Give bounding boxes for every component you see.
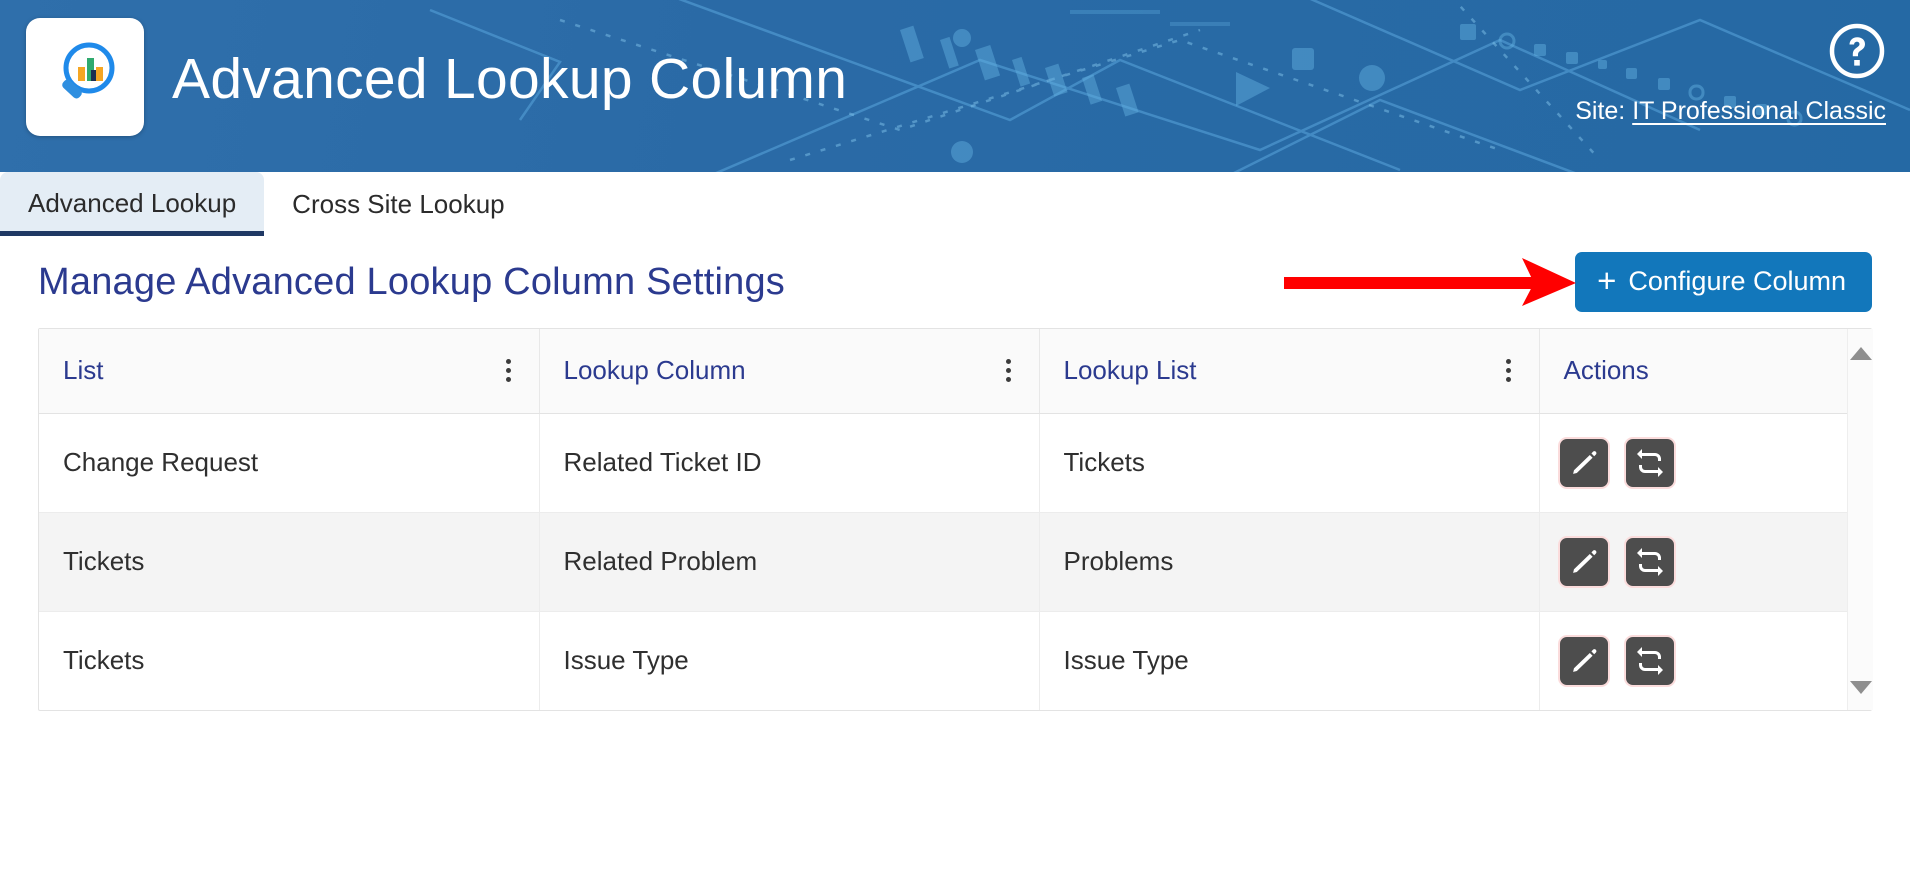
sync-icon[interactable] xyxy=(1623,634,1676,687)
table-row: Tickets Issue Type Issue Type xyxy=(39,611,1847,710)
sync-icon[interactable] xyxy=(1623,436,1676,489)
header-brand: Advanced Lookup Column xyxy=(26,18,847,136)
column-header-label: List xyxy=(63,355,104,386)
table-row: Change Request Related Ticket ID Tickets xyxy=(39,413,1847,513)
cell-list: Tickets xyxy=(39,611,540,710)
row-actions xyxy=(1557,436,1824,489)
cell-actions xyxy=(1539,512,1847,612)
table-header-row: List Lookup Column Lookup List Actions xyxy=(39,329,1847,414)
kebab-menu-icon[interactable] xyxy=(1502,353,1515,388)
main-content: Manage Advanced Lookup Column Settings +… xyxy=(0,236,1910,872)
lookup-column-table: List Lookup Column Lookup List Actions C… xyxy=(39,329,1847,710)
column-header-actions: Actions xyxy=(1539,329,1847,414)
column-header-lookup-list[interactable]: Lookup List xyxy=(1039,329,1540,414)
help-circle-icon[interactable] xyxy=(1828,22,1886,85)
edit-icon[interactable] xyxy=(1557,436,1610,489)
cell-lookup-list: Problems xyxy=(1039,512,1540,612)
kebab-menu-icon[interactable] xyxy=(1002,353,1015,388)
settings-heading: Manage Advanced Lookup Column Settings xyxy=(38,260,785,303)
cell-lookup-list: Tickets xyxy=(1039,413,1540,513)
cell-lookup-column: Issue Type xyxy=(539,611,1040,710)
scroll-up-arrow[interactable] xyxy=(1849,347,1872,360)
edit-icon[interactable] xyxy=(1557,634,1610,687)
tab-cross-site-lookup[interactable]: Cross Site Lookup xyxy=(264,172,532,236)
column-header-label: Lookup List xyxy=(1063,355,1197,386)
cell-lookup-column: Related Problem xyxy=(539,512,1040,612)
cell-list: Change Request xyxy=(39,413,540,513)
tab-bar: Advanced Lookup Cross Site Lookup xyxy=(0,172,1910,236)
table-vertical-scrollbar[interactable] xyxy=(1847,329,1873,710)
sync-icon[interactable] xyxy=(1623,535,1676,588)
site-indicator: Site: IT Professional Classic xyxy=(1575,97,1886,126)
cell-actions xyxy=(1539,611,1847,710)
cell-list: Tickets xyxy=(39,512,540,612)
site-link[interactable]: IT Professional Classic xyxy=(1632,97,1886,125)
cell-actions xyxy=(1539,413,1847,513)
column-header-lookup-column[interactable]: Lookup Column xyxy=(539,329,1040,414)
column-header-label: Actions xyxy=(1563,355,1649,386)
scroll-down-arrow[interactable] xyxy=(1849,681,1872,694)
kebab-menu-icon[interactable] xyxy=(502,353,515,388)
settings-table: List Lookup Column Lookup List Actions C… xyxy=(38,328,1873,711)
tab-advanced-lookup[interactable]: Advanced Lookup xyxy=(0,172,265,236)
configure-column-label: Configure Column xyxy=(1628,265,1846,296)
edit-icon[interactable] xyxy=(1557,535,1610,588)
row-actions xyxy=(1557,634,1824,687)
annotation-arrow-icon xyxy=(1284,258,1576,306)
configure-column-button[interactable]: + Configure Column xyxy=(1575,252,1872,312)
cell-lookup-list: Issue Type xyxy=(1039,611,1540,710)
header-right: Site: IT Professional Classic xyxy=(1575,22,1886,126)
row-actions xyxy=(1557,535,1824,588)
column-header-list[interactable]: List xyxy=(39,329,540,414)
app-icon xyxy=(26,18,144,136)
table-row: Tickets Related Problem Problems xyxy=(39,512,1847,612)
page-title: Advanced Lookup Column xyxy=(172,46,848,111)
column-header-label: Lookup Column xyxy=(563,355,746,386)
cell-lookup-column: Related Ticket ID xyxy=(539,413,1040,513)
plus-icon: + xyxy=(1597,261,1617,299)
page-header-row: Manage Advanced Lookup Column Settings +… xyxy=(38,236,1872,328)
site-label: Site: xyxy=(1575,97,1626,125)
app-header: Advanced Lookup Column Site: IT Professi… xyxy=(0,0,1910,172)
